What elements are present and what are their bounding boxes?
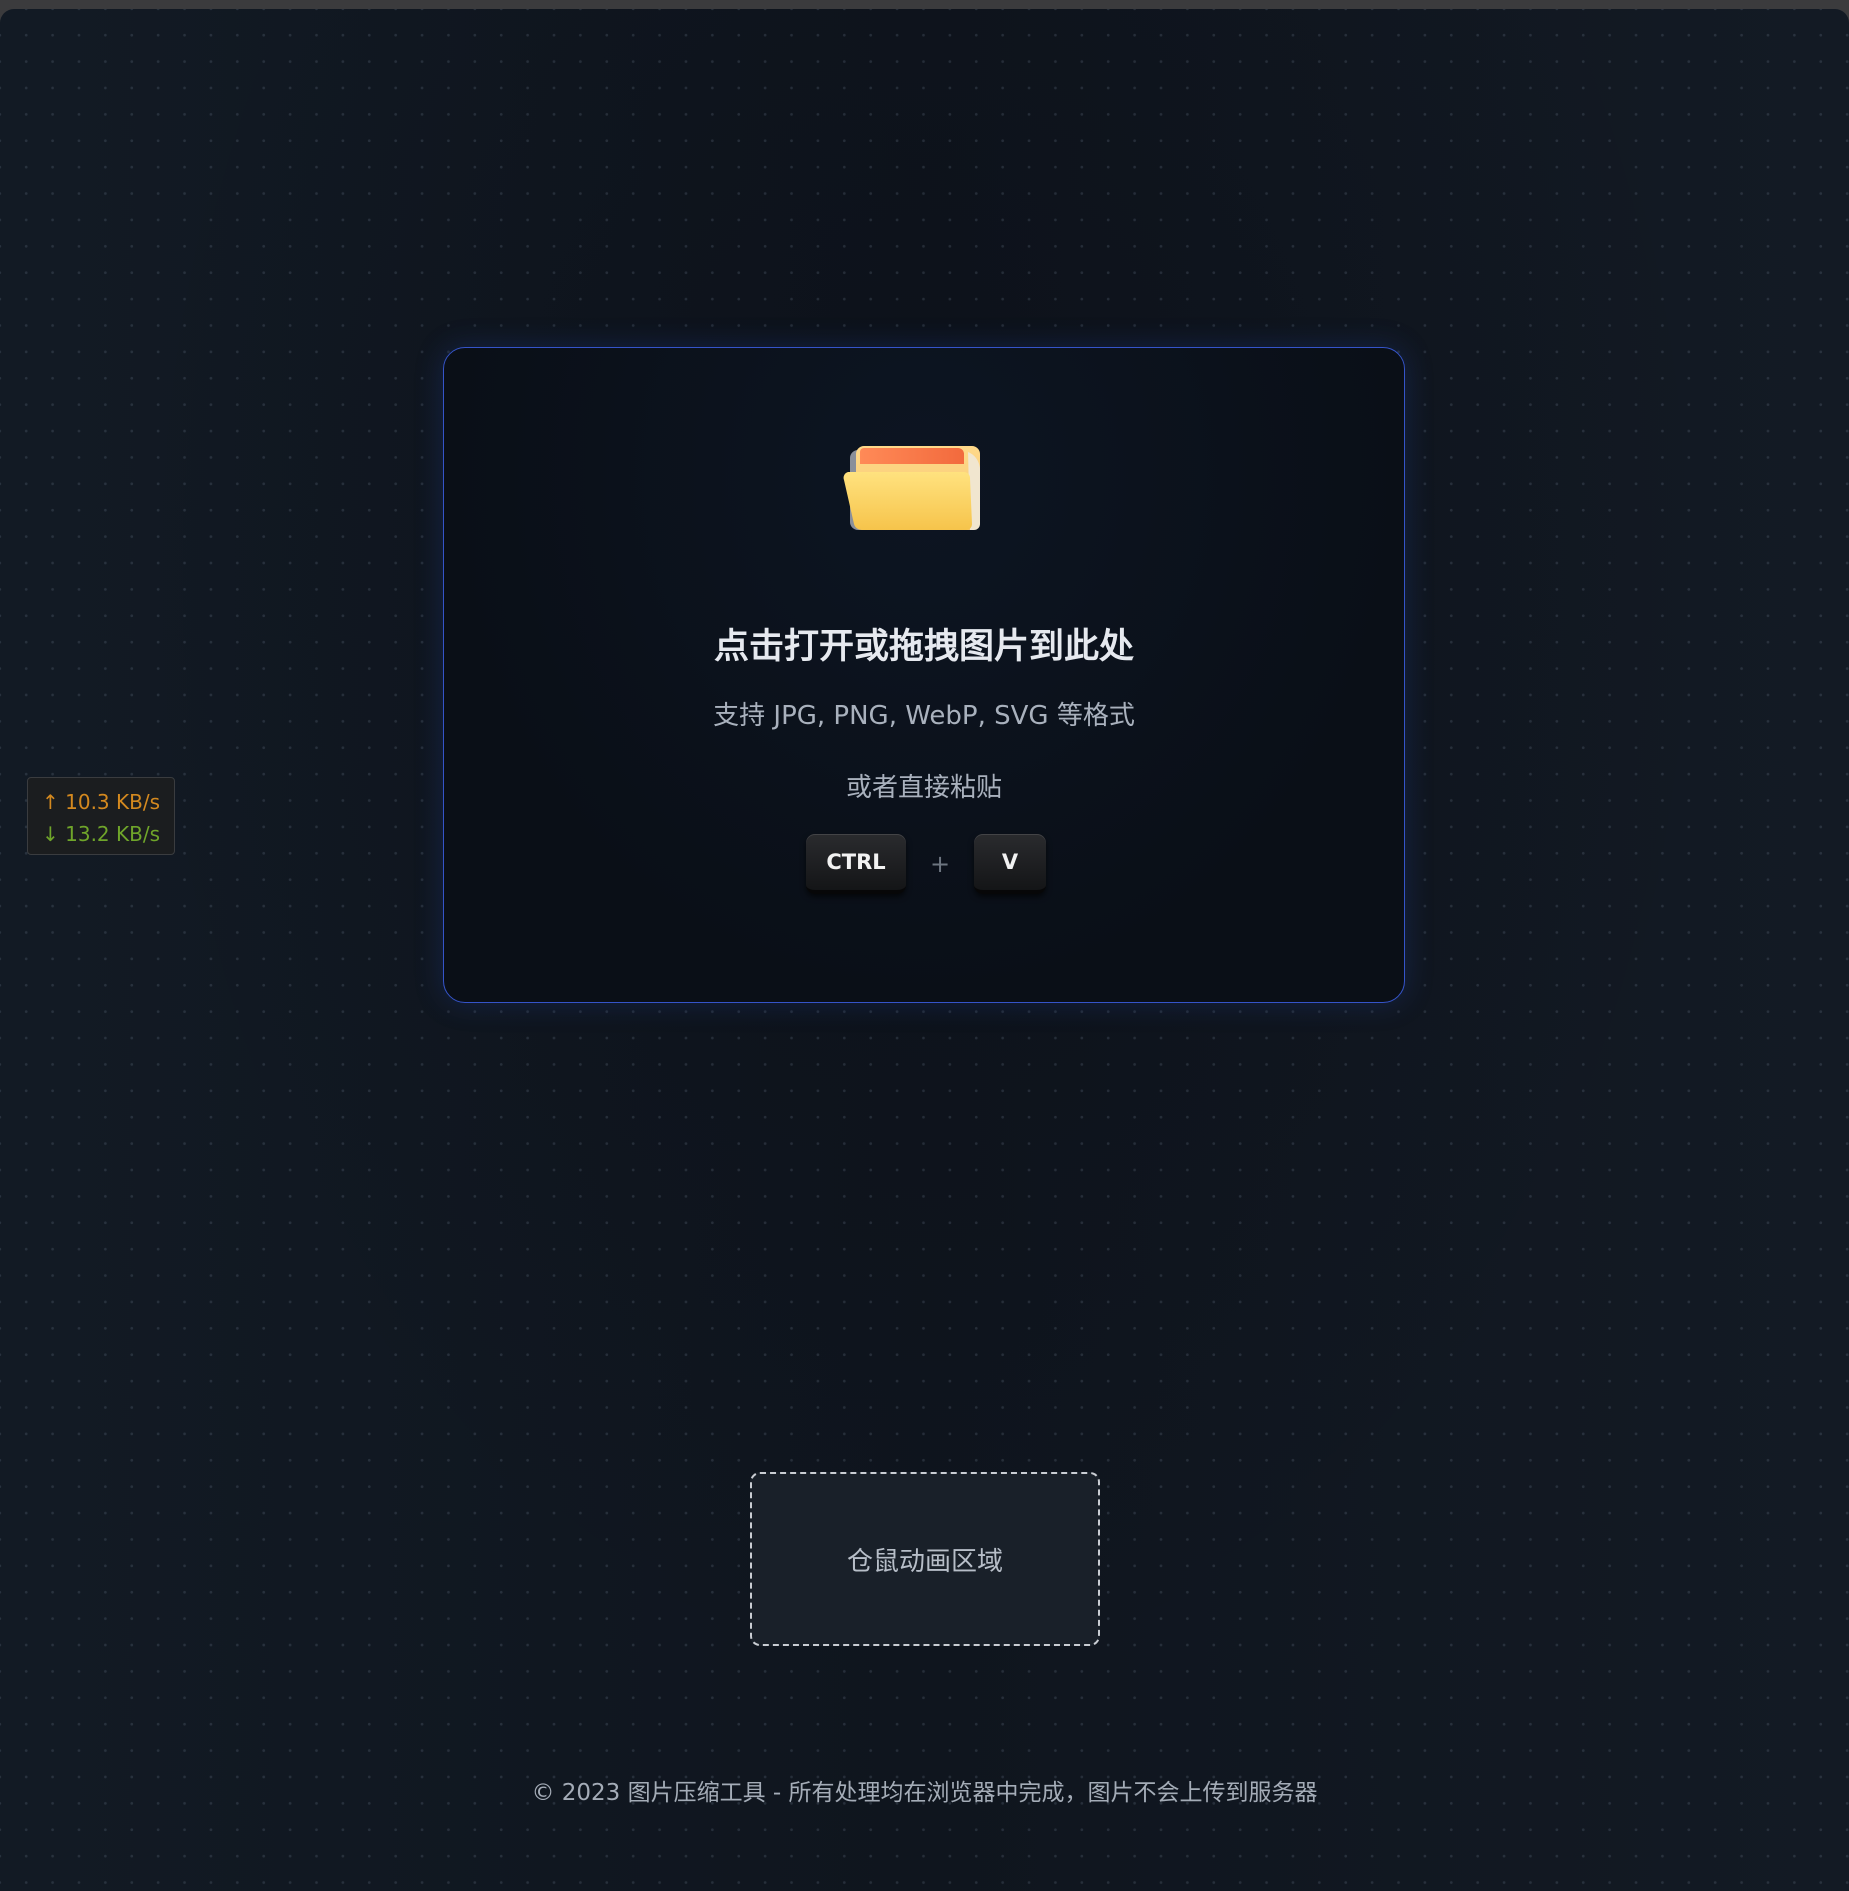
download-speed: ↓ 13.2 KB/s — [42, 818, 174, 850]
hamster-area-label: 仓鼠动画区域 — [846, 1546, 1003, 1577]
network-speed-widget: ↑ 10.3 KB/s ↓ 13.2 KB/s — [27, 777, 175, 855]
paste-hint: 或者直接粘贴 — [845, 773, 1002, 803]
app-window: ↑ 10.3 KB/s ↓ 13.2 KB/s 点击打开或拖拽图片到此处 支持 … — [0, 9, 1849, 1891]
upload-speed-value: 10.3 KB/s — [65, 790, 161, 814]
ctrl-key: CTRL — [806, 834, 906, 894]
plus-sign: + — [929, 850, 951, 878]
arrow-down-icon: ↓ — [42, 822, 59, 846]
upload-title: 点击打开或拖拽图片到此处 — [713, 627, 1134, 667]
hamster-animation-area: 仓鼠动画区域 — [750, 1472, 1100, 1646]
upload-dropzone[interactable]: 点击打开或拖拽图片到此处 支持 JPG, PNG, WebP, SVG 等格式 … — [443, 347, 1405, 1003]
v-key: V — [974, 834, 1046, 894]
upload-speed: ↑ 10.3 KB/s — [42, 786, 174, 818]
download-speed-value: 13.2 KB/s — [65, 822, 161, 846]
paste-shortcut: CTRL + V — [444, 832, 1404, 896]
open-folder-icon — [842, 438, 992, 548]
supported-formats: 支持 JPG, PNG, WebP, SVG 等格式 — [713, 701, 1135, 731]
arrow-up-icon: ↑ — [42, 790, 59, 814]
footer-text: © 2023 图片压缩工具 - 所有处理均在浏览器中完成，图片不会上传到服务器 — [531, 1780, 1318, 1806]
